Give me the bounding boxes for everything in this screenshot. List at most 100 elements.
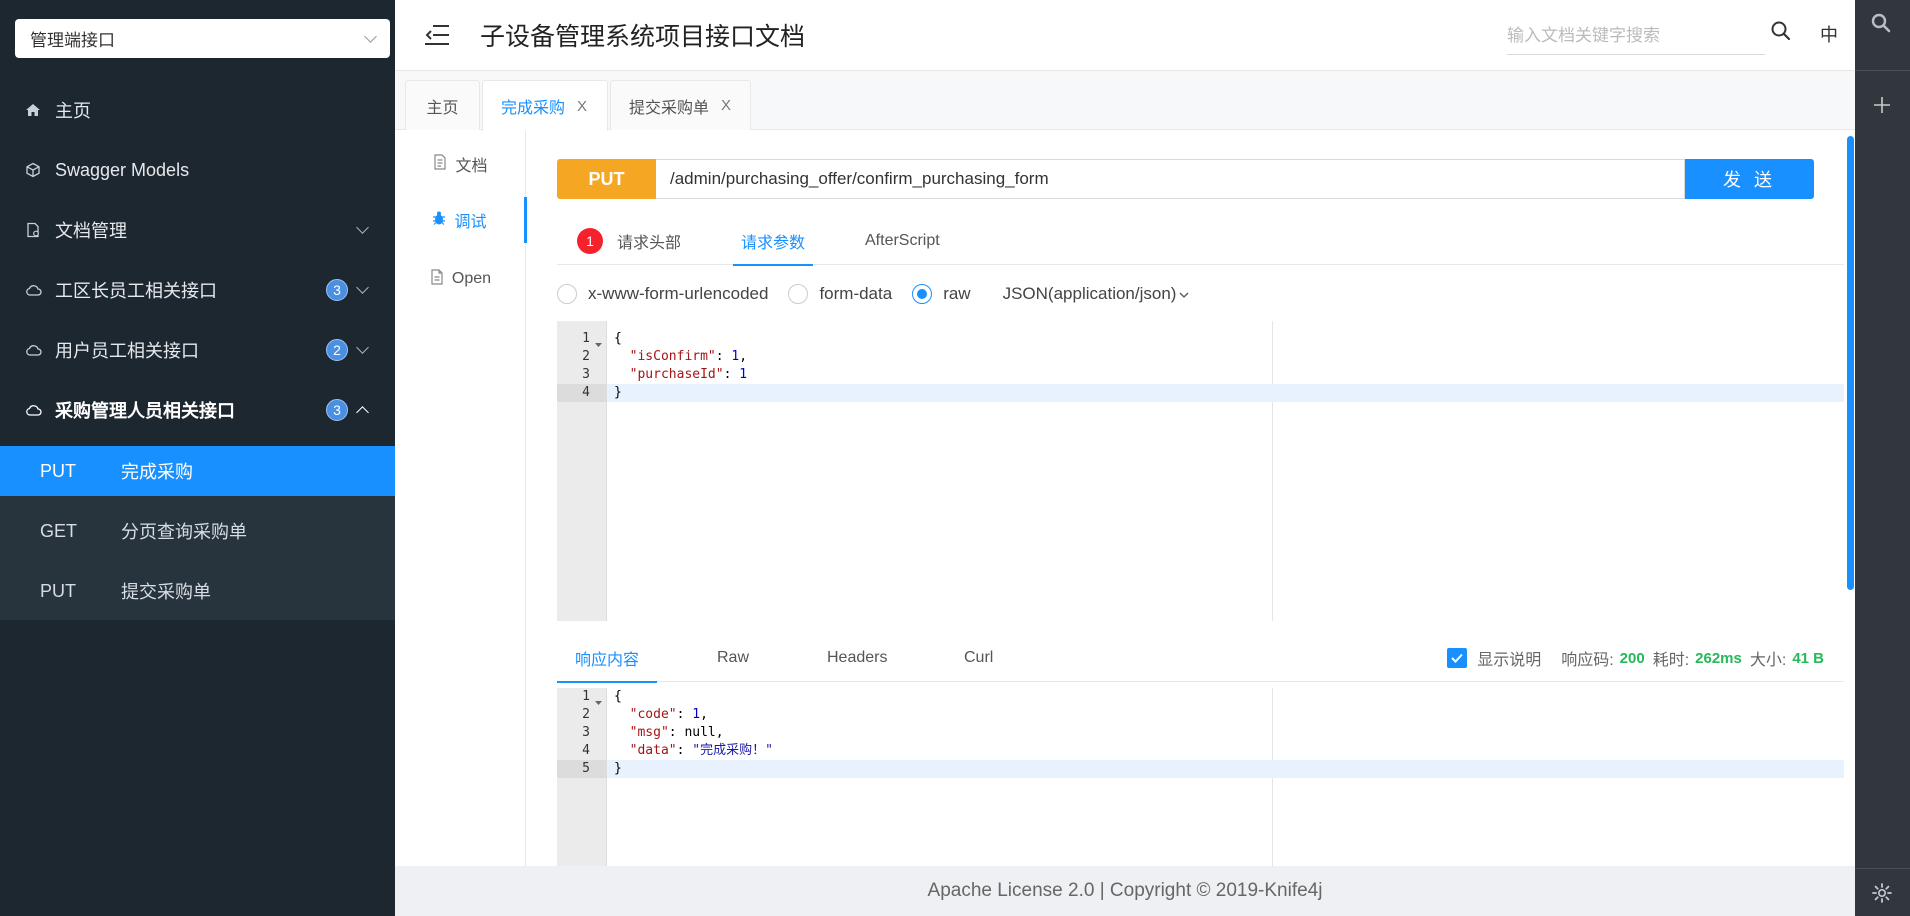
menu-item-debug[interactable]: 调试 [395,197,527,243]
menu-item-open[interactable]: Open [395,249,526,309]
radio-label: form-data [819,284,893,303]
sidebar-item-swagger-models[interactable]: Swagger Models [0,140,395,200]
line-number: 2 [582,349,590,364]
sidebar-item-label: 文档管理 [55,221,127,241]
cloud-icon [25,343,55,357]
api-view-menu: 文档 调试 Open [395,131,527,866]
content-type-select[interactable]: JSON(application/json) [1003,284,1177,304]
search-icon[interactable] [1770,20,1794,44]
sidebar-item-label: 采购管理人员相关接口 [55,401,235,421]
code-line: 5 } [557,760,1844,778]
method-badge: PUT [557,159,656,199]
code-line: 2 "isConfirm": 1, [557,348,1844,366]
tab-after-script[interactable]: AfterScript [865,217,940,265]
tab-raw[interactable]: Raw [717,634,749,682]
sidebar-item-user-staff-api[interactable]: 用户员工相关接口 2 [0,320,395,380]
sidebar-subitem-submit-purchase[interactable]: PUT 提交采购单 [0,566,395,616]
body-type-selector: x-www-form-urlencoded form-data raw JSON… [557,279,1189,309]
plus-icon[interactable] [1872,95,1892,120]
sidebar-item-purchasing-api[interactable]: 采购管理人员相关接口 3 [0,380,395,440]
language-toggle[interactable]: 中 [1820,21,1838,47]
search-input[interactable]: 输入文档关键字搜索 [1507,13,1765,55]
menu-item-label: 调试 [454,214,487,231]
code-line: 3 "msg": null, [557,724,1844,742]
code-line: 1 { [557,688,1844,706]
api-group-select-value: 管理端接口 [30,31,115,50]
tab-response-content[interactable]: 响应内容 [557,634,657,683]
scrollbar-thumb[interactable] [1847,136,1854,590]
sidebar: 管理端接口 主页 Swagger Models 文档管理 工区长员工相关接口 3 [0,0,395,916]
response-body-viewer[interactable]: 1 { 2 "code": 1, 3 "msg": null, 4 "data"… [557,688,1844,866]
close-icon[interactable]: X [721,97,731,114]
api-group-select[interactable]: 管理端接口 [15,19,390,58]
count-badge: 3 [326,399,348,421]
line-number: 3 [582,367,590,382]
tab-request-headers[interactable]: 1 请求头部 [577,217,681,265]
tab-label: Raw [717,649,750,666]
close-icon[interactable]: X [577,98,587,115]
tab-home[interactable]: 主页 [405,80,480,130]
code-line: 2 "code": 1, [557,706,1844,724]
radio-label: x-www-form-urlencoded [588,284,769,303]
cube-icon [25,162,55,178]
menu-item-doc[interactable]: 文档 [395,134,526,194]
time-label: 耗时: [1652,652,1690,669]
search-icon[interactable] [1870,12,1892,39]
radio-raw[interactable] [912,284,933,304]
line-number: 4 [582,743,590,758]
menu-fold-icon[interactable] [425,24,449,46]
tab-request-params[interactable]: 请求参数 [733,217,813,266]
sidebar-subitem-confirm-purchase[interactable]: PUT 完成采购 [0,446,395,496]
tab-confirm-purchase[interactable]: 完成采购 X [482,80,608,131]
tab-label: Curl [964,649,994,666]
radio-form-data[interactable] [788,284,809,304]
code-line: 1 { [557,330,1844,348]
right-toolbar [1855,0,1910,916]
footer-text: Apache License 2.0 | Copyright © 2019-Kn… [927,880,1323,901]
chevron-up-icon [356,406,369,419]
radio-label: raw [943,284,971,303]
tab-submit-purchase[interactable]: 提交采购单 X [610,80,751,130]
sidebar-item-label: Swagger Models [55,159,190,180]
sidebar-item-area-leader-api[interactable]: 工区长员工相关接口 3 [0,260,395,320]
document-settings-icon [25,222,55,238]
code-line: 4 } [557,384,1844,402]
home-icon [25,102,55,118]
menu-item-label: 文档 [455,158,488,175]
response-tabs: 响应内容 Raw Headers Curl 显示说明 响应码: 200 耗时: … [557,634,1844,683]
time-value: 262ms [1695,649,1742,667]
tab-label: 请求头部 [617,235,682,252]
status-code-value: 200 [1619,649,1645,667]
show-description-checkbox[interactable] [1447,648,1468,668]
chevron-down-icon [356,281,369,294]
count-badge: 2 [326,339,348,361]
sidebar-subitem-page-query[interactable]: GET 分页查询采购单 [0,506,395,556]
line-number: 5 [557,760,607,778]
send-button[interactable]: 发 送 [1685,159,1814,199]
tab-curl[interactable]: Curl [964,634,993,682]
bug-icon [432,210,446,231]
url-input[interactable]: /admin/purchasing_offer/confirm_purchasi… [656,159,1685,199]
code-line: 4 "data": "完成采购！" [557,742,1844,760]
show-description-label: 显示说明 [1477,652,1542,669]
tab-label: 完成采购 [501,100,566,117]
count-badge: 3 [326,279,348,301]
menu-item-label: Open [451,270,492,287]
gear-icon[interactable] [1871,882,1893,909]
radio-urlencoded[interactable] [557,284,577,304]
request-body-editor[interactable]: 1 { 2 "isConfirm": 1, 3 "purchaseId": 1 … [557,321,1844,621]
sidebar-item-home[interactable]: 主页 [0,80,395,140]
tab-label: 请求参数 [740,234,805,252]
chevron-down-icon [356,221,369,234]
tab-label: 主页 [426,99,459,117]
code-line: 3 "purchaseId": 1 [557,366,1844,384]
tab-label: AfterScript [865,232,940,249]
sidebar-item-doc-management[interactable]: 文档管理 [0,200,395,260]
sidebar-subitem-label: 提交采购单 [121,582,211,602]
sidebar-subitem-label: 完成采购 [121,462,193,482]
file-text-icon [433,153,447,175]
http-method: PUT [40,460,76,481]
line-number: 3 [582,725,590,740]
top-header: 子设备管理系统项目接口文档 输入文档关键字搜索 中 [395,0,1855,71]
tab-headers[interactable]: Headers [827,634,887,682]
